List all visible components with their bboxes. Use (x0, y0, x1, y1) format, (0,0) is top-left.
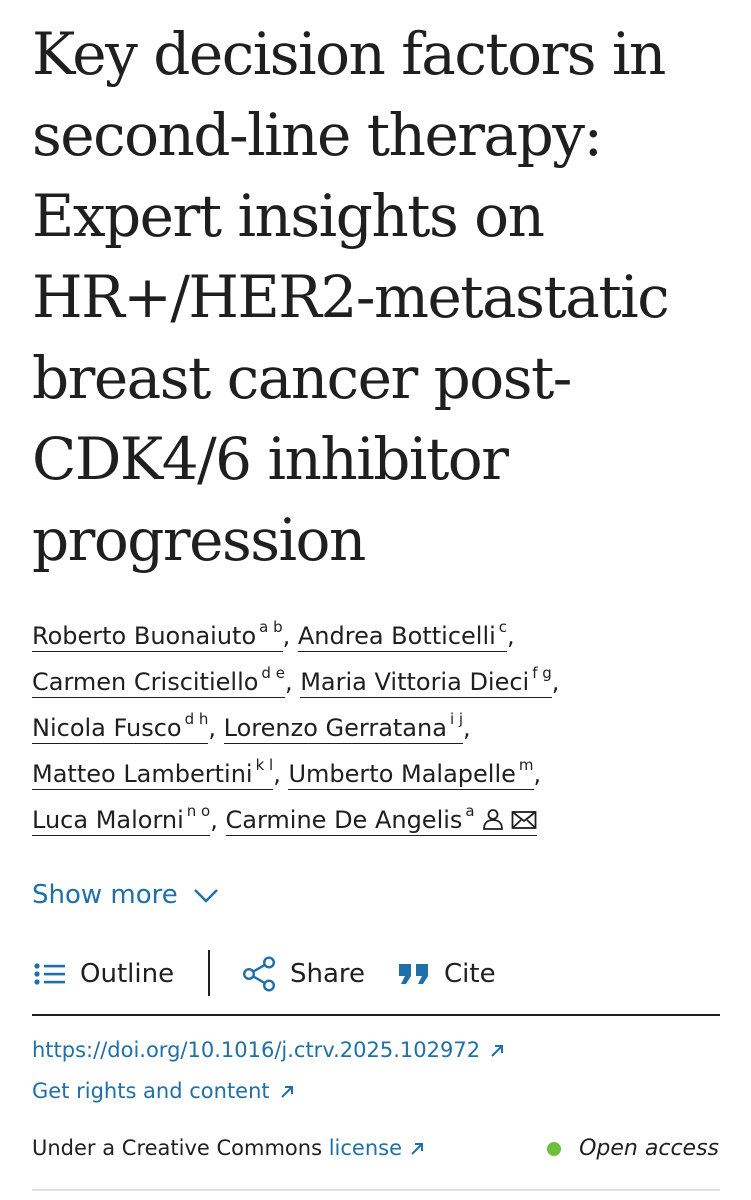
outline-list-icon (34, 963, 65, 985)
author-affiliation: d e (261, 664, 285, 682)
author-link[interactable]: Matteo Lambertini k l (32, 750, 274, 790)
show-more-button[interactable]: Show more (32, 880, 220, 910)
outline-button[interactable]: Outline (34, 954, 174, 994)
author-link[interactable]: Luca Malorni n o (32, 796, 211, 836)
author-line: Carmen Criscitiello d e, Maria Vittoria D… (32, 658, 732, 704)
license-link[interactable]: license (329, 1136, 424, 1160)
external-link-arrow-icon (491, 1045, 504, 1057)
article-toolbar: Outline Share Cite (32, 948, 720, 1016)
author-affiliation: d h (184, 710, 209, 728)
outline-label: Outline (80, 959, 175, 989)
author-name: Roberto Buonaiuto (32, 622, 257, 650)
author-link[interactable]: Umberto Malapelle m (288, 750, 534, 790)
license-link-text: license (328, 1136, 403, 1160)
author-line: Nicola Fusco d h, Lorenzo Gerratana i j, (32, 704, 732, 750)
author-link[interactable]: Carmine De Angelis a (225, 796, 537, 836)
cite-label: Cite (444, 959, 496, 989)
share-button[interactable]: Share (242, 954, 365, 994)
title-line: second-line therapy: (32, 101, 603, 169)
author-name: Andrea Botticelli (297, 622, 496, 650)
title-line: breast cancer post- (32, 344, 572, 412)
author-name: Carmine De Angelis (225, 806, 463, 834)
author-link[interactable]: Carmen Criscitiello d e (32, 658, 285, 698)
person-icon (482, 809, 503, 830)
open-access-dot-icon (547, 1141, 562, 1156)
rights-text: Get rights and content (32, 1079, 270, 1103)
external-link-arrow-icon (280, 1086, 293, 1098)
author-affiliation: n o (186, 802, 211, 820)
license-statement: Under a Creative Commons license (32, 1136, 424, 1160)
show-more-label: Show more (32, 880, 178, 910)
external-link-arrow-icon (411, 1143, 424, 1155)
toolbar-divider (208, 950, 210, 996)
author-link[interactable]: Nicola Fusco d h (32, 704, 209, 744)
author-line: Matteo Lambertini k l, Umberto Malapelle m… (32, 750, 732, 796)
mail-icon (511, 811, 537, 829)
author-name: Luca Malorni (32, 806, 184, 834)
author-affiliation: a b (259, 618, 283, 636)
author-name: Nicola Fusco (32, 714, 182, 742)
author-affiliation: k l (255, 756, 274, 774)
author-affiliation: c (498, 618, 508, 636)
open-access-badge: Open access (547, 1136, 719, 1161)
share-label: Share (290, 959, 366, 989)
author-line: Luca Malorni n o, Carmine De Angelis a (32, 796, 732, 842)
author-link[interactable]: Lorenzo Gerratana i j (223, 704, 464, 744)
article-title: Key decision factors in second-line ther… (32, 14, 732, 581)
doi-link[interactable]: https://doi.org/10.1016/j.ctrv.2025.1029… (32, 1038, 504, 1062)
author-list: Roberto Buonaiuto a b, Andrea Botticelli c… (32, 612, 732, 842)
title-line: CDK4/6 inhibitor (32, 425, 509, 493)
share-icon (242, 956, 276, 992)
title-line: Expert insights on (32, 182, 545, 250)
rights-link[interactable]: Get rights and content (32, 1079, 294, 1103)
open-access-label: Open access (579, 1136, 719, 1161)
author-name: Matteo Lambertini (32, 760, 253, 788)
author-name: Carmen Criscitiello (32, 668, 259, 696)
license-prefix: Under a Creative Commons (32, 1136, 323, 1160)
author-name: Lorenzo Gerratana (223, 714, 447, 742)
doi-text: https://doi.org/10.1016/j.ctrv.2025.1029… (32, 1038, 481, 1062)
author-link[interactable]: Maria Vittoria Dieci f g (300, 658, 552, 698)
author-link[interactable]: Andrea Botticelli c (297, 612, 508, 652)
author-line: Roberto Buonaiuto a b, Andrea Botticelli c… (32, 612, 732, 658)
author-affiliation: f g (532, 664, 552, 682)
author-affiliation: m (518, 756, 534, 774)
chevron-down-icon (193, 889, 218, 903)
quote-icon (399, 964, 428, 984)
author-name: Umberto Malapelle (288, 760, 516, 788)
title-line: Key decision factors in (32, 20, 666, 88)
title-line: HR+/HER2-metastatic (32, 263, 670, 331)
divider (32, 1189, 720, 1191)
author-affiliation: a (465, 802, 475, 820)
title-line: progression (32, 506, 366, 574)
author-name: Maria Vittoria Dieci (300, 668, 530, 696)
cite-button[interactable]: Cite (398, 954, 496, 994)
author-link[interactable]: Roberto Buonaiuto a b (32, 612, 283, 652)
author-affiliation: i j (449, 710, 464, 728)
